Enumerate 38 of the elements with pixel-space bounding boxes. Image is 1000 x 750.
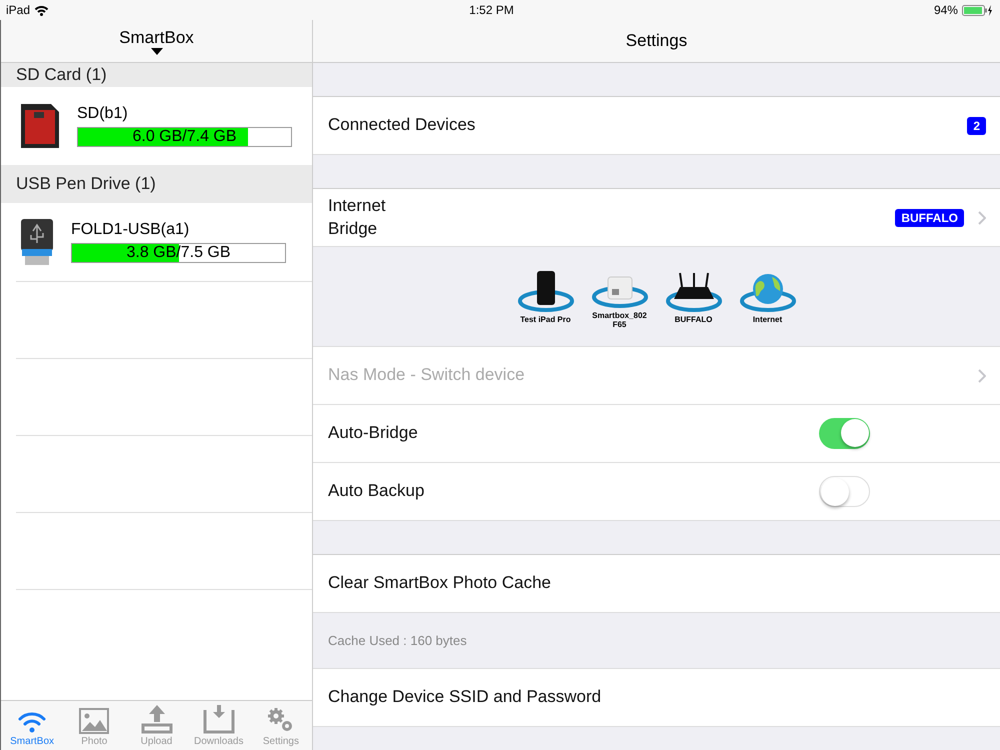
carrier-label: iPad bbox=[6, 3, 30, 17]
wifi-icon bbox=[17, 710, 48, 734]
settings-row[interactable]: Internet Bridge BUFFALO bbox=[313, 189, 1000, 247]
node-label: Smartbox_802 F65 bbox=[592, 310, 647, 328]
node-label: BUFFALO bbox=[674, 315, 712, 324]
upload-icon bbox=[140, 704, 172, 734]
node-label: Internet bbox=[752, 315, 782, 324]
settings-row[interactable]: Change Device SSID and Password bbox=[313, 669, 1000, 727]
section-header: SD Card (1) bbox=[1, 63, 312, 87]
chevron-icon bbox=[978, 368, 986, 382]
settings-row[interactable]: Clear SmartBox Photo Cache bbox=[313, 555, 1000, 613]
badge: BUFFALO bbox=[895, 208, 964, 226]
device-name: FOLD1-USB(a1) bbox=[71, 221, 190, 239]
battery-icon bbox=[962, 4, 994, 16]
status-time: 1:52 PM bbox=[469, 3, 514, 17]
phone-icon bbox=[516, 269, 576, 313]
row-label: Auto Backup bbox=[328, 480, 426, 502]
sd-card-icon bbox=[19, 102, 61, 150]
device-name: SD(b1) bbox=[77, 105, 129, 123]
device-row[interactable]: SD(b1) 6.0 GB/7.4 GB bbox=[1, 87, 312, 165]
settings-row[interactable]: Connected Devices 2 bbox=[313, 97, 1000, 155]
wifi-icon bbox=[34, 4, 50, 16]
row-label: Auto-Bridge bbox=[328, 422, 419, 444]
toggle-switch[interactable] bbox=[819, 476, 870, 507]
nav-title: SmartBox bbox=[119, 28, 194, 48]
storage-usage: 6.0 GB/7.4 GB bbox=[132, 128, 237, 146]
nav-title: Settings bbox=[626, 31, 688, 51]
battery-percent: 94% bbox=[934, 3, 958, 17]
toggle-switch[interactable] bbox=[819, 418, 870, 449]
node-label: Test iPad Pro bbox=[520, 315, 571, 324]
tab-bar-item[interactable]: SmartBox bbox=[1, 701, 64, 750]
chevron-icon bbox=[978, 210, 986, 224]
badge: 2 bbox=[967, 116, 986, 134]
section-header: USB Pen Drive (1) bbox=[1, 165, 312, 203]
photo-icon bbox=[79, 708, 110, 734]
usb-drive-icon bbox=[19, 217, 55, 267]
download-icon bbox=[202, 704, 235, 734]
dropdown-caret-icon[interactable] bbox=[150, 48, 162, 54]
